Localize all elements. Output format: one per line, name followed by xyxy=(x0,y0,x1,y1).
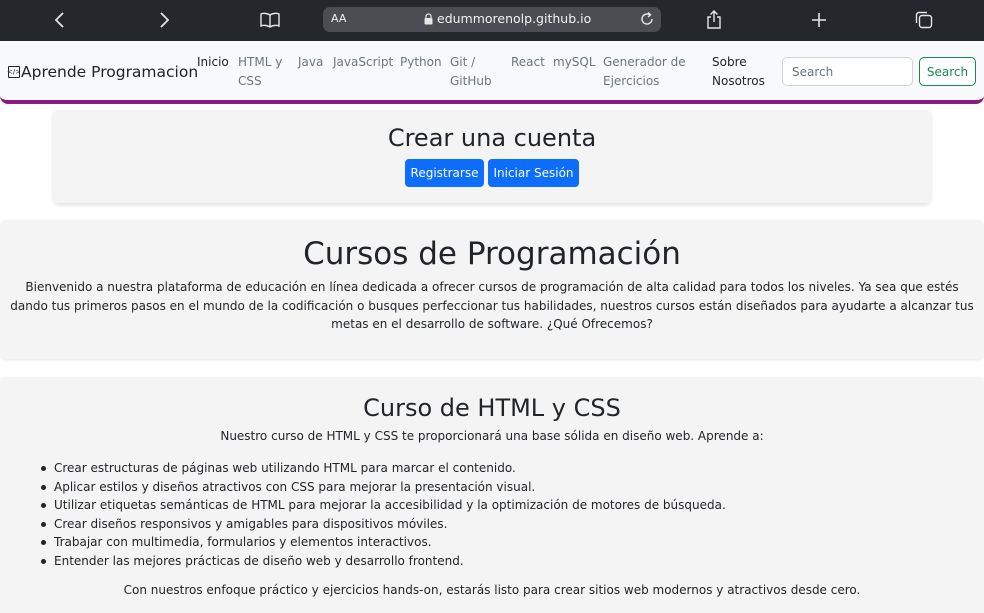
reload-icon[interactable] xyxy=(639,11,655,27)
nav-link-react[interactable]: React xyxy=(511,53,545,72)
course-outro: Con nuestros enfoque práctico y ejercici… xyxy=(123,583,861,597)
create-account-card: Crear una cuenta Registrarse Iniciar Ses… xyxy=(53,110,931,203)
create-account-title: Crear una cuenta xyxy=(387,124,597,152)
nav-link-html-css[interactable]: HTML y CSS xyxy=(238,53,282,91)
list-item: Aplicar estilos y diseños atractivos con… xyxy=(41,478,726,497)
login-button[interactable]: Iniciar Sesión xyxy=(488,159,579,187)
html-css-course-section: Curso de HTML y CSS Nuestro curso de HTM… xyxy=(0,377,984,613)
lock-icon xyxy=(424,13,433,25)
list-item: Utilizar etiquetas semánticas de HTML pa… xyxy=(41,496,726,515)
nav-link-inicio[interactable]: Inicio xyxy=(197,53,229,72)
register-button[interactable]: Registrarse xyxy=(405,159,484,187)
nav-link-sobre-nosotros[interactable]: Sobre Nosotros xyxy=(712,53,765,91)
nav-link-mysql[interactable]: mySQL xyxy=(553,53,596,72)
tabs-icon[interactable] xyxy=(909,6,939,34)
text-size-button[interactable]: AA xyxy=(331,12,346,25)
address-bar[interactable]: AA edummorenolp.github.io xyxy=(323,7,661,32)
list-item: Crear estructuras de páginas web utiliza… xyxy=(41,459,726,478)
nav-link-python[interactable]: Python xyxy=(400,53,442,72)
new-tab-icon[interactable] xyxy=(804,6,834,34)
list-item: Trabajar con multimedia, formularios y e… xyxy=(41,533,726,552)
url-text: edummorenolp.github.io xyxy=(437,11,592,26)
nav-link-git-github[interactable]: Git / GitHub xyxy=(450,53,492,91)
brand-link[interactable]: </> Aprende Programacion xyxy=(7,63,199,81)
nav-link-javascript[interactable]: JavaScript xyxy=(333,53,393,72)
nav-link-generador[interactable]: Generador de Ejercicios xyxy=(603,53,686,91)
brand-icon: </> xyxy=(7,66,21,78)
list-item: Crear diseños responsivos y amigables pa… xyxy=(41,515,726,534)
forward-icon[interactable] xyxy=(149,6,179,34)
browser-toolbar: AA edummorenolp.github.io xyxy=(0,0,984,41)
site-navbar: </> Aprende Programacion Inicio HTML y C… xyxy=(0,41,984,104)
courses-intro-section: Cursos de Programación Bienvenido a nues… xyxy=(0,220,984,359)
search-input[interactable] xyxy=(782,57,913,86)
course-intro: Nuestro curso de HTML y CSS te proporcio… xyxy=(220,429,764,443)
brand-name: Aprende Programacion xyxy=(21,63,199,81)
list-item: Entender las mejores prácticas de diseño… xyxy=(41,552,726,571)
course-topics-list: Crear estructuras de páginas web utiliza… xyxy=(41,459,726,571)
nav-link-java[interactable]: Java xyxy=(298,53,323,72)
page-title: Cursos de Programación xyxy=(303,236,681,272)
course-title: Curso de HTML y CSS xyxy=(363,394,621,422)
back-icon[interactable] xyxy=(45,6,75,34)
bookmarks-icon[interactable] xyxy=(255,6,285,34)
search-button[interactable]: Search xyxy=(919,57,976,86)
share-icon[interactable] xyxy=(699,6,729,34)
intro-paragraph: Bienvenido a nuestra plataforma de educa… xyxy=(10,280,974,331)
